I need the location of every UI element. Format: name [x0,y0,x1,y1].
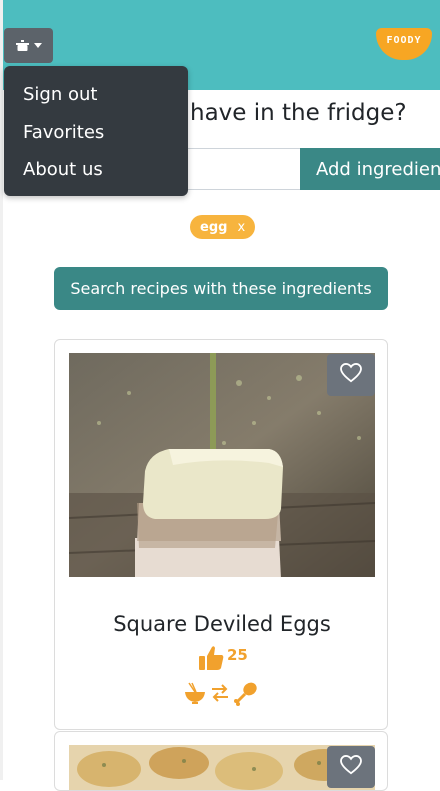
logo-text: FOODY [386,35,422,46]
page-edge [0,0,3,780]
remove-tag-button[interactable]: x [237,220,245,235]
ingredient-tag: egg x [190,215,256,239]
add-ingredient-button[interactable]: Add ingredient [300,148,440,190]
likes: 25 [197,644,248,676]
ingredient-tag-label: egg [200,219,228,235]
menu-item-sign-out[interactable]: Sign out [23,84,97,105]
foody-logo[interactable]: FOODY [376,28,432,60]
diet-icons [183,680,259,710]
likes-count: 25 [227,646,248,664]
menu-item-favorites[interactable]: Favorites [23,122,104,143]
favorite-button[interactable] [327,354,375,396]
recipe-card[interactable]: Square Deviled Eggs 25 [54,339,388,730]
menu-item-about-us[interactable]: About us [23,159,103,180]
user-dropdown-menu: Sign out Favorites About us [4,66,188,196]
cooking-pot-icon [15,40,29,51]
thumbs-up-icon [197,644,225,676]
heart-outline-icon [340,362,362,387]
chicken-leg-icon [233,680,259,710]
noodle-bowl-icon [183,681,207,709]
search-recipes-button[interactable]: Search recipes with these ingredients [54,267,388,310]
recipe-card[interactable] [54,731,388,791]
chevron-down-icon [33,43,42,48]
swap-arrows-icon [209,683,231,707]
menu-toggle-button[interactable] [4,28,53,63]
heart-outline-icon [340,754,362,779]
fridge-question-heading: have in the fridge? [190,100,407,126]
favorite-button[interactable] [327,746,375,788]
recipe-title[interactable]: Square Deviled Eggs [55,612,387,636]
